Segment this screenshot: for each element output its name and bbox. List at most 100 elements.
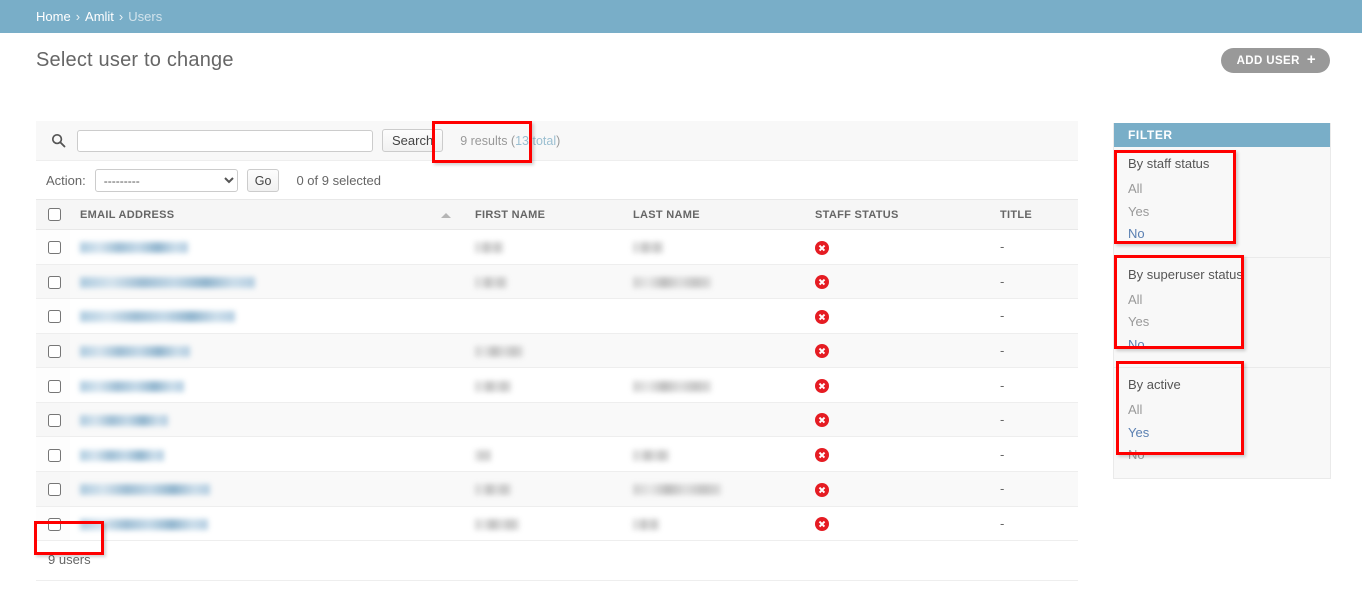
status-false-icon	[815, 240, 829, 255]
cell-email-address[interactable]	[70, 436, 465, 472]
result-count-prefix: 9 results (	[460, 133, 516, 148]
cell-first-name	[465, 471, 623, 507]
redacted-value	[633, 242, 663, 254]
filter-option-link[interactable]: All	[1128, 181, 1142, 196]
redacted-value	[475, 518, 519, 530]
filter-option: All	[1128, 178, 1316, 201]
redacted-value	[80, 311, 235, 323]
search-input[interactable]	[77, 129, 373, 152]
row-select-checkbox[interactable]	[48, 517, 61, 531]
filter-option-link[interactable]: No	[1128, 447, 1145, 462]
redacted-value	[80, 276, 255, 288]
status-false-icon	[815, 413, 829, 428]
redacted-value	[475, 276, 507, 288]
cell-title: -	[990, 298, 1078, 334]
row-select-checkbox[interactable]	[48, 379, 61, 393]
row-select-checkbox[interactable]	[48, 345, 61, 358]
cell-last-name	[623, 471, 805, 507]
cell-last-name	[623, 298, 805, 334]
row-select-checkbox[interactable]	[48, 414, 61, 428]
cell-staff-status	[805, 264, 990, 300]
filter-option-link[interactable]: Yes	[1128, 204, 1149, 219]
cell-email-address[interactable]	[70, 229, 465, 265]
breadcrumb-home[interactable]: Home	[36, 9, 71, 24]
breadcrumb-separator-1: ›	[75, 9, 81, 24]
table-row: -	[36, 229, 1078, 265]
add-user-label: ADD USER	[1236, 54, 1300, 67]
filter-option-link[interactable]: No	[1128, 337, 1145, 352]
cell-email-address[interactable]	[70, 506, 465, 542]
filter-option-link[interactable]: Yes	[1128, 425, 1149, 440]
cell-last-name	[623, 436, 805, 472]
filter-option-link[interactable]: All	[1128, 292, 1142, 307]
cell-email-address[interactable]	[70, 367, 465, 403]
cell-first-name	[465, 436, 623, 472]
column-header-title[interactable]: TITLE	[990, 199, 1078, 230]
result-count: 9 results (13 total)	[460, 134, 560, 148]
select-all-header	[36, 199, 70, 230]
column-header-email[interactable]: EMAIL ADDRESS	[70, 199, 465, 230]
table-row: -	[36, 402, 1078, 438]
status-false-icon	[815, 482, 829, 497]
filter-option-link[interactable]: No	[1128, 226, 1145, 241]
filter-option-list: All Yes No	[1128, 399, 1316, 467]
add-user-button[interactable]: ADD USER +	[1220, 48, 1330, 73]
redacted-value	[80, 346, 190, 358]
filter-option-link[interactable]: Yes	[1128, 314, 1149, 329]
cell-email-address[interactable]	[70, 333, 465, 369]
breadcrumb-app[interactable]: Amlit	[85, 9, 114, 24]
row-select-checkbox[interactable]	[48, 483, 61, 497]
row-select-checkbox[interactable]	[48, 241, 61, 255]
breadcrumb-separator-2: ›	[118, 9, 124, 24]
cell-staff-status	[805, 402, 990, 438]
filter-option-link[interactable]: All	[1128, 402, 1142, 417]
redacted-value	[475, 484, 511, 496]
row-select-checkbox[interactable]	[48, 275, 61, 289]
cell-title-value: -	[1000, 377, 1005, 393]
title-row: Select user to change	[36, 49, 1326, 72]
select-all-checkbox[interactable]	[48, 208, 61, 221]
row-select-cell	[36, 471, 70, 507]
go-button[interactable]: Go	[246, 169, 280, 192]
action-select[interactable]: ---------	[94, 169, 238, 192]
cell-email-address[interactable]	[70, 402, 465, 438]
search-button[interactable]: Search	[382, 129, 444, 152]
cell-title-value: -	[1000, 412, 1005, 428]
search-bar: Search 9 results (13 total)	[36, 121, 1078, 161]
results-header-row: EMAIL ADDRESS FIRST NAME LAST NAME STAFF…	[36, 199, 1078, 230]
redacted-value	[80, 242, 188, 254]
result-count-suffix: )	[556, 133, 561, 148]
cell-title: -	[990, 333, 1078, 369]
filter-option: Yes	[1128, 422, 1316, 445]
cell-first-name	[465, 506, 623, 542]
cell-title-value: -	[1000, 239, 1005, 255]
row-select-checkbox[interactable]	[48, 310, 61, 324]
filter-group: By staff status All Yes No	[1114, 147, 1330, 258]
breadcrumb: Home › Amlit › Users	[0, 0, 1362, 33]
cell-staff-status	[805, 333, 990, 369]
column-header-last-name[interactable]: LAST NAME	[623, 199, 805, 230]
result-count-total: 13 total	[515, 133, 557, 148]
cell-title-value: -	[1000, 308, 1005, 324]
redacted-value	[475, 380, 511, 392]
column-header-first-name[interactable]: FIRST NAME	[465, 199, 623, 230]
filter-groups: By staff status All Yes No By superuser stat…	[1114, 147, 1330, 478]
status-false-icon	[815, 344, 829, 359]
row-select-checkbox[interactable]	[48, 448, 61, 462]
redacted-value	[633, 484, 721, 496]
row-select-cell	[36, 333, 70, 369]
cell-last-name	[623, 402, 805, 438]
cell-email-address[interactable]	[70, 471, 465, 507]
page-content: Select user to change ADD USER + Search …	[0, 33, 1362, 610]
cell-first-name	[465, 264, 623, 300]
cell-title-value: -	[1000, 342, 1005, 358]
cell-last-name	[623, 229, 805, 265]
filter-group: By superuser status All Yes No	[1114, 258, 1330, 369]
cell-title-value: -	[1000, 446, 1005, 462]
table-row: -	[36, 367, 1078, 403]
cell-email-address[interactable]	[70, 264, 465, 300]
column-header-staff-status[interactable]: STAFF STATUS	[805, 199, 990, 230]
cell-staff-status	[805, 471, 990, 507]
row-select-cell	[36, 367, 70, 403]
cell-email-address[interactable]	[70, 298, 465, 334]
